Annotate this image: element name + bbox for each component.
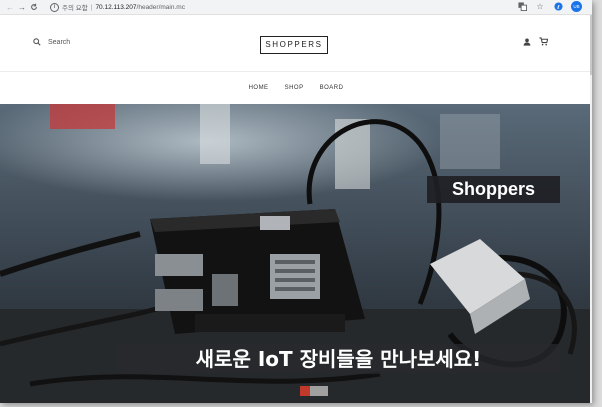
translate-icon[interactable] — [517, 2, 527, 12]
main-nav: HOME SHOP BOARD — [0, 72, 592, 104]
browser-window: ← → i 주의 요함 | 70.12.113.207/header/main.… — [0, 0, 592, 403]
hero-title: Shoppers — [427, 176, 560, 203]
url-separator: | — [90, 3, 93, 11]
svg-text:ℓ: ℓ — [556, 5, 560, 11]
nav-shop[interactable]: SHOP — [285, 85, 304, 91]
arrow-right-icon[interactable]: → — [16, 1, 28, 13]
star-icon[interactable]: ☆ — [535, 2, 545, 12]
arrow-left-icon[interactable]: ← — [4, 1, 16, 13]
reload-icon[interactable] — [28, 1, 40, 13]
nav-home[interactable]: HOME — [249, 85, 269, 91]
security-label: 주의 요함 — [62, 5, 88, 12]
scrollbar-thumb[interactable] — [590, 15, 592, 75]
url-text[interactable]: 70.12.113.207/header/main.mc — [95, 4, 185, 11]
page-scrollbar[interactable] — [590, 15, 592, 403]
info-icon[interactable]: i — [50, 2, 59, 12]
url-host: 70.12.113.207 — [95, 3, 137, 11]
browser-toolbar: ← → i 주의 요함 | 70.12.113.207/header/main.… — [0, 0, 592, 15]
profile-avatar[interactable]: UB — [571, 1, 582, 12]
user-icon[interactable] — [523, 38, 531, 46]
cart-icon[interactable] — [539, 37, 548, 46]
search-box[interactable]: Search — [33, 38, 70, 46]
site-header: Search SHOPPERS — [0, 15, 592, 72]
extension-icon[interactable]: ℓ — [553, 2, 563, 12]
search-label: Search — [48, 38, 71, 46]
search-icon — [33, 38, 41, 46]
nav-board[interactable]: BOARD — [320, 85, 344, 91]
site-logo[interactable]: SHOPPERS — [260, 36, 328, 54]
hero-banner: Shoppers 새로운 IoT 장비들을 만나보세요! — [0, 104, 590, 403]
hero-caption: 새로운 IoT 장비들을 만나보세요! — [117, 344, 560, 374]
url-path: /header/main.mc — [136, 3, 185, 11]
address-bar[interactable]: i 주의 요함 | 70.12.113.207/header/main.mc — [50, 1, 520, 13]
